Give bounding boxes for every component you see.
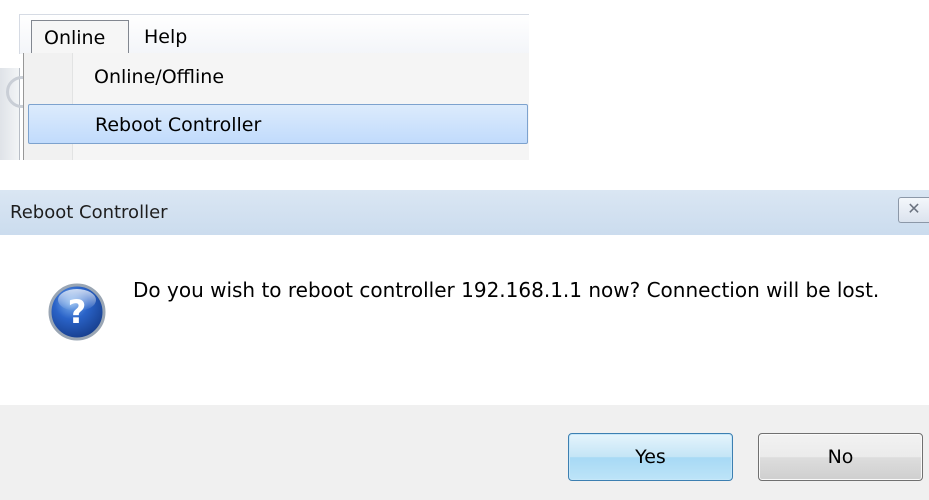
question-icon: ?	[48, 283, 106, 341]
svg-text:?: ?	[68, 293, 87, 331]
menu-online[interactable]: Online	[31, 20, 129, 54]
menu-item-reset-module[interactable]: Reset Module to link...	[24, 148, 529, 160]
screenshot-root: Online Help Online/Offline Reboot Contro…	[0, 0, 929, 500]
menu-item-reboot-controller[interactable]: Reboot Controller	[28, 104, 528, 144]
dialog-content: ? Do you wish to reboot controller 192.1…	[0, 235, 929, 405]
dialog-title: Reboot Controller	[10, 202, 168, 223]
dialog-titlebar[interactable]: Reboot Controller ✕	[0, 190, 929, 235]
reboot-dialog: Reboot Controller ✕ ? Do you wish to reb…	[0, 190, 929, 500]
online-dropdown-menu: Online/Offline Reboot Controller Reset M…	[23, 53, 529, 160]
menu-item-online-offline[interactable]: Online/Offline	[24, 57, 529, 97]
window-edge	[0, 68, 38, 160]
menu-region: Online Help Online/Offline Reboot Contro…	[0, 0, 529, 160]
yes-button[interactable]: Yes	[568, 433, 733, 481]
menubar: Online Help	[19, 14, 529, 54]
dialog-message: Do you wish to reboot controller 192.168…	[133, 278, 880, 302]
dialog-button-bar: Yes No	[0, 405, 929, 500]
no-button[interactable]: No	[758, 433, 923, 481]
close-button[interactable]: ✕	[898, 197, 929, 223]
menu-help[interactable]: Help	[134, 20, 197, 54]
close-icon: ✕	[907, 199, 921, 218]
